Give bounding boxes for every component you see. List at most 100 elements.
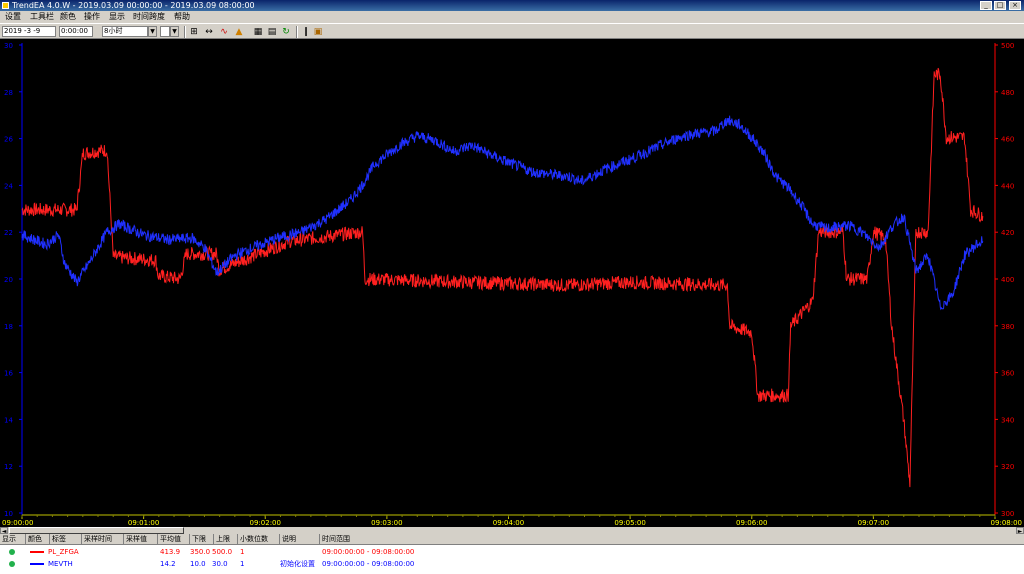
peak-icon[interactable]: ▲ bbox=[233, 26, 245, 38]
menu-color[interactable]: 颜色 bbox=[58, 11, 78, 23]
col-range[interactable]: 时间范围 bbox=[320, 534, 1024, 545]
scroll-right-arrow[interactable]: ► bbox=[1016, 527, 1024, 535]
cursor-icon[interactable]: ↔ bbox=[203, 26, 215, 38]
series-description: 初始化设置 bbox=[280, 560, 315, 568]
trend-chart: 30 28 26 24 22 20 18 16 14 12 10 500 480 460 440 420 400… bbox=[2, 42, 1022, 527]
series-label: PL_ZFGA bbox=[48, 548, 79, 556]
legend-row[interactable]: PL_ZFGA 413.9 350.0 500.0 1 09:00:00:00 … bbox=[0, 547, 1024, 557]
grid-icon[interactable]: ▦ bbox=[252, 26, 264, 38]
right-tick-label: 320 bbox=[1001, 463, 1014, 471]
right-tick-label: 440 bbox=[1001, 182, 1014, 190]
right-tick-label: 400 bbox=[1001, 276, 1014, 284]
col-sample-value[interactable]: 采样值 bbox=[124, 534, 158, 545]
left-tick-label: 26 bbox=[4, 136, 13, 144]
series-range: 09:00:00:00 - 09:08:00:00 bbox=[322, 560, 415, 568]
x-tick-label: 09:03:00 bbox=[371, 519, 402, 527]
legend-table: 显示 颜色 标签 采样时间 采样值 平均值 下限 上限 小数位数 说明 时间范围… bbox=[0, 534, 1024, 574]
series-decimals: 1 bbox=[240, 560, 245, 568]
series-low: 10.0 bbox=[190, 560, 206, 568]
x-tick-label: 09:07:00 bbox=[858, 519, 889, 527]
col-average[interactable]: 平均值 bbox=[158, 534, 190, 545]
minimize-button[interactable]: _ bbox=[980, 1, 992, 10]
zoom-select[interactable] bbox=[160, 26, 170, 37]
series-value: 14.2 bbox=[160, 560, 176, 568]
zoom-dropdown-arrow[interactable]: ▼ bbox=[170, 26, 179, 37]
right-tick-label: 300 bbox=[1001, 510, 1014, 518]
col-high[interactable]: 上限 bbox=[214, 534, 238, 545]
x-tick-label: 09:06:00 bbox=[736, 519, 767, 527]
print-icon[interactable]: ▤ bbox=[266, 26, 278, 38]
right-tick-label: 380 bbox=[1001, 323, 1014, 331]
refresh-icon[interactable]: ↻ bbox=[280, 26, 292, 38]
span-dropdown-arrow[interactable]: ▼ bbox=[148, 26, 157, 37]
col-label[interactable]: 标签 bbox=[50, 534, 82, 545]
bar-icon[interactable]: ❙ bbox=[300, 26, 312, 38]
series-low: 350.0 bbox=[190, 548, 211, 556]
time-field[interactable]: 0:00:00 bbox=[59, 26, 93, 37]
series-color-swatch[interactable] bbox=[30, 563, 44, 565]
right-tick-label: 480 bbox=[1001, 89, 1014, 97]
series-color-swatch[interactable] bbox=[30, 551, 44, 553]
series-high: 30.0 bbox=[212, 560, 228, 568]
col-description[interactable]: 说明 bbox=[280, 534, 320, 545]
app-icon bbox=[2, 2, 9, 9]
left-tick-label: 18 bbox=[4, 323, 13, 331]
col-sample-time[interactable]: 采样时间 bbox=[82, 534, 124, 545]
maximize-button[interactable]: □ bbox=[994, 1, 1006, 10]
col-color[interactable]: 颜色 bbox=[26, 534, 50, 545]
x-tick-label: 09:08:00 bbox=[991, 519, 1022, 527]
left-tick-label: 28 bbox=[4, 89, 13, 97]
col-display[interactable]: 显示 bbox=[0, 534, 26, 545]
series-value: 413.9 bbox=[160, 548, 181, 556]
series-label: MEVTH bbox=[48, 560, 73, 568]
left-tick-label: 12 bbox=[4, 463, 13, 471]
right-tick-label: 360 bbox=[1001, 370, 1014, 378]
menu-bar: 设置 工具栏 颜色 操作 显示 时间跨度 帮助 bbox=[0, 11, 1024, 23]
right-tick-label: 420 bbox=[1001, 229, 1014, 237]
scroll-thumb[interactable] bbox=[9, 527, 184, 534]
series-line-pl_zfga bbox=[21, 67, 984, 488]
window-title: TrendEA 4.0.W - 2019.03.09 00:00:00 - 20… bbox=[12, 1, 255, 10]
legend-header: 显示 颜色 标签 采样时间 采样值 平均值 下限 上限 小数位数 说明 时间范围 bbox=[0, 534, 1024, 545]
x-tick-label: 09:02:00 bbox=[250, 519, 281, 527]
left-tick-label: 24 bbox=[4, 182, 13, 190]
menu-operation[interactable]: 操作 bbox=[82, 11, 102, 23]
menu-toolbar[interactable]: 工具栏 bbox=[28, 11, 56, 23]
span-select[interactable]: 8小时 bbox=[102, 26, 148, 37]
menu-display[interactable]: 显示 bbox=[107, 11, 127, 23]
x-tick-label: 09:04:00 bbox=[493, 519, 524, 527]
col-low[interactable]: 下限 bbox=[190, 534, 214, 545]
menu-settings[interactable]: 设置 bbox=[3, 11, 23, 23]
x-tick-label: 09:05:00 bbox=[614, 519, 645, 527]
menu-help[interactable]: 帮助 bbox=[172, 11, 192, 23]
x-tick-label: 09:00:00 bbox=[2, 519, 33, 527]
col-decimals[interactable]: 小数位数 bbox=[238, 534, 280, 545]
series-decimals: 1 bbox=[240, 548, 245, 556]
left-tick-label: 10 bbox=[4, 510, 13, 518]
left-tick-label: 16 bbox=[4, 370, 13, 378]
left-tick-label: 30 bbox=[4, 42, 13, 50]
x-tick-label: 09:01:00 bbox=[128, 519, 159, 527]
visible-indicator[interactable] bbox=[9, 561, 15, 567]
export-icon[interactable]: ▣ bbox=[312, 26, 324, 38]
left-tick-label: 22 bbox=[4, 229, 13, 237]
left-tick-label: 14 bbox=[4, 416, 13, 424]
horizontal-scrollbar[interactable]: ◄ ► bbox=[0, 527, 1024, 535]
trend-chart-area[interactable]: 30 28 26 24 22 20 18 16 14 12 10 500 480 460 440 420 400… bbox=[0, 39, 1024, 527]
chart-icon[interactable]: ⊞ bbox=[188, 26, 200, 38]
legend-row[interactable]: MEVTH 14.2 10.0 30.0 1 初始化设置 09:00:00:00… bbox=[0, 559, 1024, 569]
series-high: 500.0 bbox=[212, 548, 233, 556]
title-bar: TrendEA 4.0.W - 2019.03.09 00:00:00 - 20… bbox=[0, 0, 1024, 11]
right-tick-label: 500 bbox=[1001, 42, 1014, 50]
right-tick-label: 340 bbox=[1001, 416, 1014, 424]
toolbar: 2019 -3 -9 0:00:00 8小时 ▼ ▼ ⊞ ↔ ∿ ▲ ▦ ▤ ↻… bbox=[0, 23, 1024, 39]
scroll-left-arrow[interactable]: ◄ bbox=[0, 527, 8, 535]
right-tick-label: 460 bbox=[1001, 136, 1014, 144]
menu-timespan[interactable]: 时间跨度 bbox=[131, 11, 167, 23]
visible-indicator[interactable] bbox=[9, 549, 15, 555]
date-picker[interactable]: 2019 -3 -9 bbox=[2, 26, 56, 37]
wave-icon[interactable]: ∿ bbox=[218, 26, 230, 38]
left-tick-label: 20 bbox=[4, 276, 13, 284]
series-range: 09:00:00:00 - 09:08:00:00 bbox=[322, 548, 415, 556]
close-button[interactable]: × bbox=[1009, 1, 1021, 10]
